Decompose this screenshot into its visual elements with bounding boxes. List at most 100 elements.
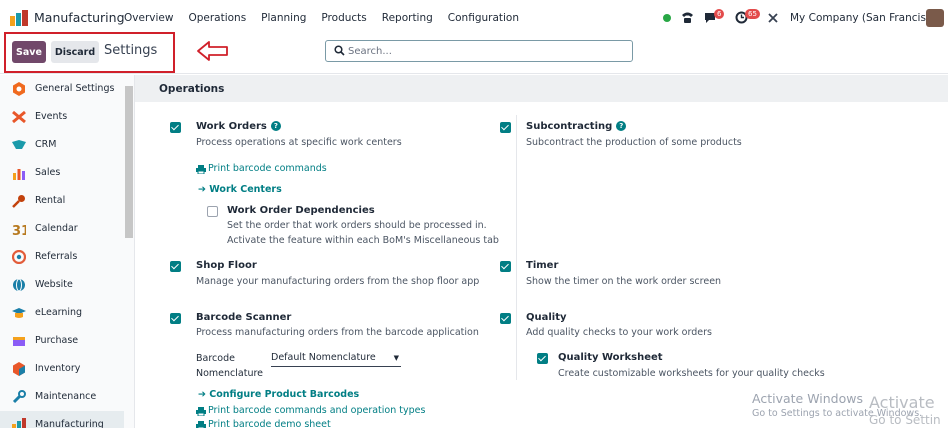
nomenclature-label-2: Nomenclature: [196, 368, 264, 379]
timer-title: Timer: [526, 260, 559, 271]
search-bar[interactable]: Search...: [325, 40, 633, 62]
shop-floor-checkbox[interactable]: [170, 261, 181, 272]
work-orders-checkbox[interactable]: [170, 122, 181, 133]
subcontracting-desc: Subcontract the production of some produ…: [526, 137, 742, 148]
sidebar-item-label: Website: [35, 279, 73, 290]
printer-icon: [196, 165, 206, 174]
work-order-dependencies-title: Work Order Dependencies: [227, 205, 375, 216]
search-icon: [334, 45, 345, 56]
arrow-right-icon: ➔: [198, 184, 210, 195]
subcontracting-label: Subcontracting: [526, 121, 613, 132]
sidebar-item-referrals[interactable]: Referrals: [0, 243, 124, 271]
company-switcher[interactable]: My Company (San Francisco): [790, 12, 942, 24]
sidebar-item-label: Events: [35, 111, 68, 122]
menu-configuration[interactable]: Configuration: [448, 12, 519, 24]
sidebar-item-label: Purchase: [35, 335, 79, 346]
quality-worksheet-title: Quality Worksheet: [558, 352, 663, 363]
help-icon[interactable]: ?: [270, 121, 281, 131]
timer-desc: Show the timer on the work order screen: [526, 276, 722, 287]
sidebar-item-crm[interactable]: CRM: [0, 131, 124, 159]
barcode-scanner-desc: Process manufacturing orders from the ba…: [196, 327, 479, 338]
menu-products[interactable]: Products: [321, 12, 366, 24]
quality-worksheet-desc: Create customizable worksheets for your …: [558, 368, 825, 379]
crm-icon: [12, 140, 26, 149]
save-button[interactable]: Save: [12, 41, 46, 63]
activate-windows-subtext-2: Go to Settin: [869, 413, 941, 427]
print-barcode-operations-link[interactable]: Print barcode commands and operation typ…: [208, 405, 425, 416]
work-order-dependencies-desc-1: Set the order that work orders should be…: [227, 220, 487, 231]
discard-button[interactable]: Discard: [51, 41, 99, 63]
top-navbar: Manufacturing Overview Operations Planni…: [0, 0, 948, 36]
quality-desc: Add quality checks to your work orders: [526, 327, 712, 338]
sales-icon: [13, 169, 25, 180]
work-order-dependencies-checkbox[interactable]: [207, 206, 218, 217]
sidebar-item-general-settings[interactable]: General Settings: [0, 75, 124, 103]
svg-text:31: 31: [12, 224, 26, 236]
sidebar-item-rental[interactable]: Rental: [0, 187, 124, 215]
help-icon[interactable]: ?: [616, 121, 627, 131]
elearning-icon: [12, 308, 26, 318]
sidebar-item-website[interactable]: Website: [0, 271, 124, 299]
menu-planning[interactable]: Planning: [261, 12, 306, 24]
work-centers-link[interactable]: ➔ Work Centers: [198, 184, 282, 195]
website-icon: [13, 278, 25, 292]
timer-checkbox[interactable]: [500, 261, 511, 272]
status-online-icon: [663, 14, 671, 22]
print-barcode-demo-link[interactable]: Print barcode demo sheet: [208, 419, 331, 428]
work-centers-label: Work Centers: [209, 184, 282, 195]
printer-icon: [196, 407, 206, 416]
quality-checkbox[interactable]: [500, 313, 511, 324]
barcode-scanner-title: Barcode Scanner: [196, 312, 292, 323]
nomenclature-label-1: Barcode: [196, 353, 235, 364]
column-divider: [516, 115, 517, 380]
barcode-scanner-checkbox[interactable]: [170, 313, 181, 324]
sidebar-item-purchase[interactable]: Purchase: [0, 327, 124, 355]
activate-windows-watermark-2: Activate: [869, 393, 935, 412]
inventory-icon: [13, 362, 25, 376]
nomenclature-select[interactable]: Default Nomenclature ▼: [271, 352, 401, 367]
phone-icon[interactable]: [681, 11, 694, 24]
chat-badge: 6: [714, 9, 725, 19]
app-name[interactable]: Manufacturing: [34, 10, 125, 25]
search-input[interactable]: Search...: [348, 46, 392, 57]
sidebar-item-label: Calendar: [35, 223, 78, 234]
arrow-right-icon: ➔: [198, 389, 210, 400]
sidebar-item-events[interactable]: Events: [0, 103, 124, 131]
tools-icon[interactable]: [767, 12, 779, 24]
subcontracting-checkbox[interactable]: [500, 122, 511, 133]
sidebar-scrollbar[interactable]: [125, 86, 133, 238]
sidebar-item-label: Referrals: [35, 251, 78, 262]
work-order-dependencies-desc-2: Activate the feature within each BoM's M…: [227, 235, 499, 246]
configure-product-barcodes-label: Configure Product Barcodes: [209, 389, 360, 400]
work-orders-desc: Process operations at specific work cent…: [196, 137, 402, 148]
referrals-icon: [12, 250, 26, 264]
sidebar-item-manufacturing[interactable]: Manufacturing: [0, 411, 124, 428]
sidebar-item-sales[interactable]: Sales: [0, 159, 124, 187]
menu-overview[interactable]: Overview: [124, 12, 173, 24]
avatar[interactable]: [926, 9, 944, 27]
menu-operations[interactable]: Operations: [188, 12, 246, 24]
section-header: Operations: [135, 75, 948, 102]
menu-reporting[interactable]: Reporting: [382, 12, 433, 24]
sidebar-item-label: CRM: [35, 139, 57, 150]
work-orders-title: Work Orders?: [196, 121, 281, 132]
sidebar-item-elearning[interactable]: eLearning: [0, 299, 124, 327]
maintenance-icon: [12, 390, 26, 404]
quality-worksheet-checkbox[interactable]: [537, 353, 548, 364]
manufacturing-app-icon[interactable]: [10, 10, 28, 26]
printer-icon: [196, 421, 206, 428]
sidebar-item-calendar[interactable]: 31 Calendar: [0, 215, 124, 243]
sidebar-item-label: Maintenance: [35, 391, 97, 402]
rental-icon: [12, 195, 25, 208]
sidebar-item-label: Manufacturing: [35, 419, 104, 428]
work-orders-label: Work Orders: [196, 121, 267, 132]
quality-title: Quality: [526, 312, 567, 323]
subcontracting-title: Subcontracting?: [526, 121, 627, 132]
sidebar-item-label: Inventory: [35, 363, 81, 374]
print-barcode-commands-link[interactable]: Print barcode commands: [208, 163, 327, 174]
configure-product-barcodes-link[interactable]: ➔ Configure Product Barcodes: [198, 389, 359, 400]
sidebar-item-maintenance[interactable]: Maintenance: [0, 383, 124, 411]
sidebar-item-label: General Settings: [35, 83, 115, 94]
sidebar-item-inventory[interactable]: Inventory: [0, 355, 124, 383]
calendar-icon: 31: [12, 224, 26, 236]
